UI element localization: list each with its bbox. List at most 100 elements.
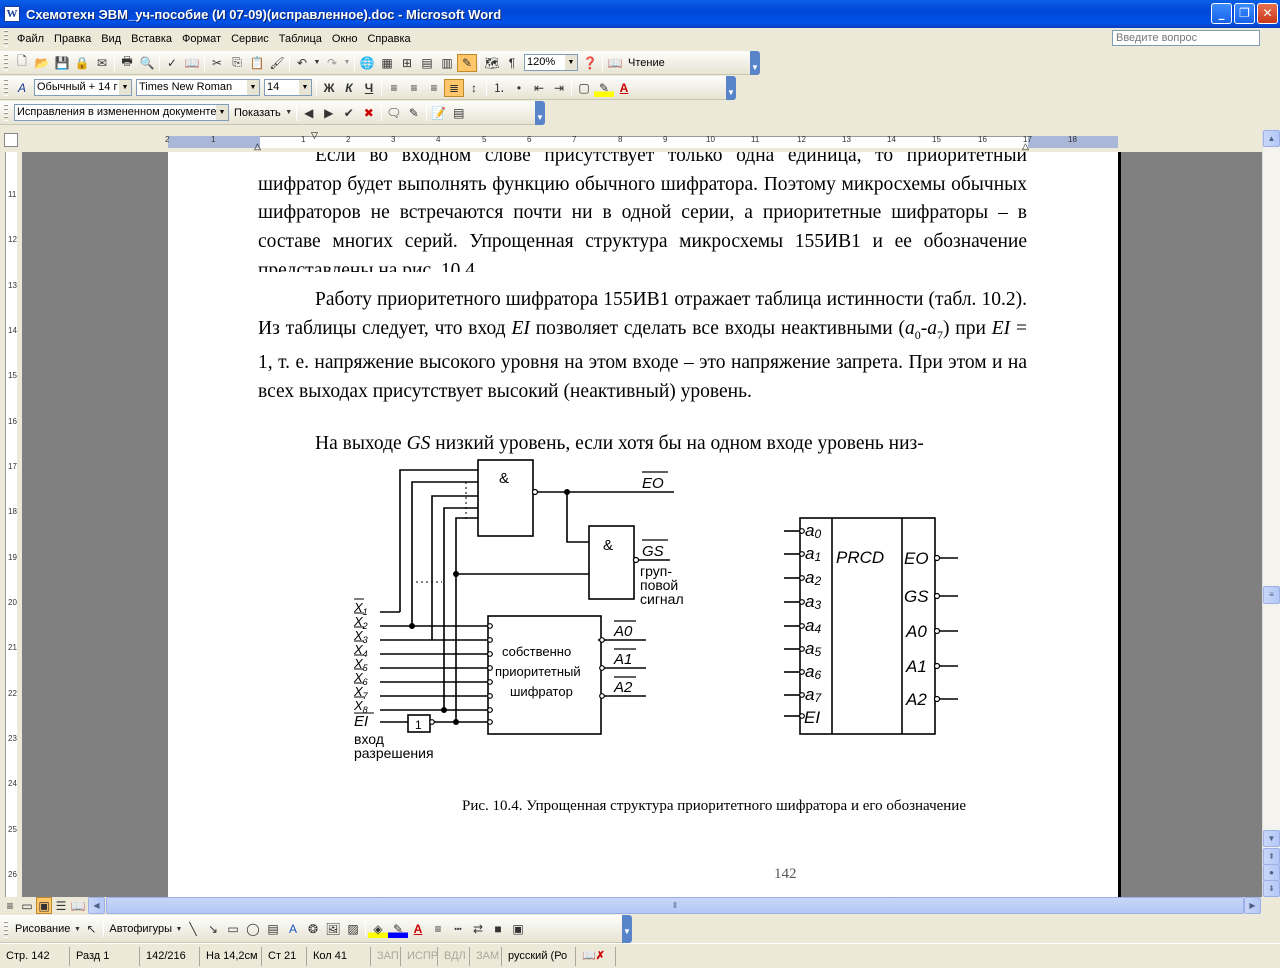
show-hide-icon[interactable]: ¶ [502, 54, 522, 72]
italic-button[interactable]: К [339, 79, 359, 97]
paragraph-1[interactable]: Если во входном слове присутствует тольк… [258, 152, 1027, 272]
line-style-icon[interactable]: ≡ [428, 920, 448, 938]
columns-icon[interactable]: ▥ [437, 54, 457, 72]
scroll-right-button[interactable]: ▶ [1244, 897, 1261, 914]
status-track-changes[interactable]: ИСПР [401, 946, 438, 966]
vertical-scrollbar[interactable]: ▲ ≡ ▼ ⇞ ● ⇟ [1262, 130, 1280, 897]
new-icon[interactable]: 🗋 [12, 54, 32, 72]
maximize-button[interactable]: ❐ [1234, 3, 1255, 24]
numbering-icon[interactable]: ⒈ [489, 79, 509, 97]
rectangle-icon[interactable]: ▭ [223, 920, 243, 938]
line-icon[interactable]: ╲ [183, 920, 203, 938]
insert-comment-icon[interactable]: 🗨 [384, 104, 404, 122]
toolbar-options-chevron[interactable]: ▼ [726, 75, 736, 100]
hyperlink-icon[interactable]: 🌐 [357, 54, 377, 72]
menu-view[interactable]: Вид [96, 33, 126, 45]
left-indent-marker[interactable]: △ [254, 141, 261, 152]
align-center-icon[interactable]: ≡ [404, 79, 424, 97]
cut-icon[interactable]: ✂ [207, 54, 227, 72]
tab-selector-icon[interactable] [4, 133, 18, 147]
text-box-icon[interactable]: ▤ [263, 920, 283, 938]
show-menu-button[interactable]: Показать [231, 107, 284, 119]
select-browse-object-button[interactable]: ● [1263, 864, 1280, 881]
redo-icon[interactable]: ↷ [322, 54, 342, 72]
scroll-thumb[interactable]: ≡ [1263, 586, 1280, 604]
oval-icon[interactable]: ◯ [243, 920, 263, 938]
permission-icon[interactable]: 🔒 [72, 54, 92, 72]
reading-view-icon[interactable]: 📖 [70, 897, 86, 914]
status-overtype[interactable]: ЗАМ [470, 946, 502, 966]
toolbar-options-chevron[interactable]: ▼ [535, 100, 545, 125]
justify-icon[interactable]: ≣ [444, 78, 464, 97]
web-view-icon[interactable]: ▭ [19, 897, 35, 914]
minimize-button[interactable]: _ [1211, 3, 1232, 24]
shadow-style-icon[interactable]: ■ [488, 920, 508, 938]
line-color-icon[interactable]: ✎ [388, 920, 408, 938]
undo-icon[interactable]: ↶ [292, 54, 312, 72]
open-icon[interactable]: 📂 [32, 54, 52, 72]
close-button[interactable]: ✕ [1257, 3, 1278, 24]
dash-style-icon[interactable]: ┅ [448, 920, 468, 938]
line-spacing-icon[interactable]: ↕ [464, 79, 484, 97]
highlight-review-icon[interactable]: ✎ [404, 104, 424, 122]
drawing-menu-button[interactable]: Рисование [12, 923, 73, 935]
toolbar-grip[interactable] [4, 920, 8, 938]
menu-edit[interactable]: Правка [49, 33, 96, 45]
scroll-down-button[interactable]: ▼ [1263, 830, 1280, 847]
menu-window[interactable]: Окно [327, 33, 363, 45]
document-page[interactable]: Если во входном слове присутствует тольк… [168, 152, 1120, 897]
menu-table[interactable]: Таблица [274, 33, 327, 45]
copy-icon[interactable]: ⎘ [227, 54, 247, 72]
document-area[interactable]: Если во входном слове присутствует тольк… [22, 152, 1262, 897]
arrow-icon[interactable]: ↘ [203, 920, 223, 938]
font-color-icon[interactable]: A [614, 79, 634, 97]
toolbar-grip[interactable] [4, 54, 8, 71]
align-left-icon[interactable]: ≡ [384, 79, 404, 97]
vertical-ruler[interactable]: 11 12 13 14 15 16 17 18 19 20 21 22 23 2… [0, 152, 22, 897]
reading-mode-button[interactable]: Чтение [625, 57, 668, 69]
previous-change-icon[interactable]: ◀ [299, 104, 319, 122]
help-icon[interactable]: ❓ [580, 54, 600, 72]
style-select[interactable]: Обычный + 14 г ▼ [34, 79, 132, 96]
arrow-style-icon[interactable]: ⇄ [468, 920, 488, 938]
3d-style-icon[interactable]: ▣ [508, 920, 528, 938]
status-extend[interactable]: ВДЛ [438, 946, 470, 966]
hscroll-thumb[interactable]: ⦀ [106, 897, 1244, 914]
menu-format[interactable]: Формат [177, 33, 226, 45]
undo-dropdown-icon[interactable]: ▼ [312, 54, 322, 72]
zoom-select[interactable]: 120% ▼ [524, 54, 578, 71]
print-layout-view-icon[interactable]: ▣ [36, 897, 52, 914]
drawing-icon[interactable]: ✎ [457, 53, 477, 72]
diagram-icon[interactable]: ❂ [303, 920, 323, 938]
decrease-indent-icon[interactable]: ⇤ [529, 79, 549, 97]
bullets-icon[interactable]: • [509, 79, 529, 97]
next-page-button[interactable]: ⇟ [1263, 880, 1280, 897]
format-painter-icon[interactable]: 🖌 [267, 54, 287, 72]
reading-icon[interactable]: 📖 [605, 54, 625, 72]
horizontal-ruler[interactable]: ▽ △ △ 2 1 1 2 3 4 5 6 7 8 9 10 11 12 13 … [0, 130, 1280, 152]
document-map-icon[interactable]: 🗺 [482, 54, 502, 72]
spelling-icon[interactable]: ✓ [162, 54, 182, 72]
menu-tools[interactable]: Сервис [226, 33, 274, 45]
underline-button[interactable]: Ч [359, 79, 379, 97]
clip-art-icon[interactable]: 🖼 [323, 920, 343, 938]
scroll-left-button[interactable]: ◀ [88, 897, 105, 914]
highlight-icon[interactable]: ✎ [594, 78, 614, 97]
outline-view-icon[interactable]: ☰ [53, 897, 69, 914]
borders-icon[interactable]: ▢ [574, 79, 594, 97]
paste-icon[interactable]: 📋 [247, 54, 267, 72]
status-record-macro[interactable]: ЗАП [371, 946, 401, 966]
normal-view-icon[interactable]: ≡ [2, 897, 18, 914]
scroll-up-button[interactable]: ▲ [1263, 130, 1280, 147]
print-icon[interactable]: 🖶 [117, 54, 137, 72]
reviewing-pane-icon[interactable]: ▤ [449, 104, 469, 122]
redo-dropdown-icon[interactable]: ▼ [342, 54, 352, 72]
email-icon[interactable]: ✉ [92, 54, 112, 72]
menu-insert[interactable]: Вставка [126, 33, 177, 45]
picture-icon[interactable]: ▨ [343, 920, 363, 938]
align-right-icon[interactable]: ≡ [424, 79, 444, 97]
accept-change-icon[interactable]: ✔ [339, 104, 359, 122]
first-line-indent-marker[interactable]: ▽ [311, 130, 318, 141]
toolbar-options-chevron[interactable]: ▼ [750, 50, 760, 75]
display-for-review-select[interactable]: Исправления в измененном документе ▼ [14, 104, 229, 121]
